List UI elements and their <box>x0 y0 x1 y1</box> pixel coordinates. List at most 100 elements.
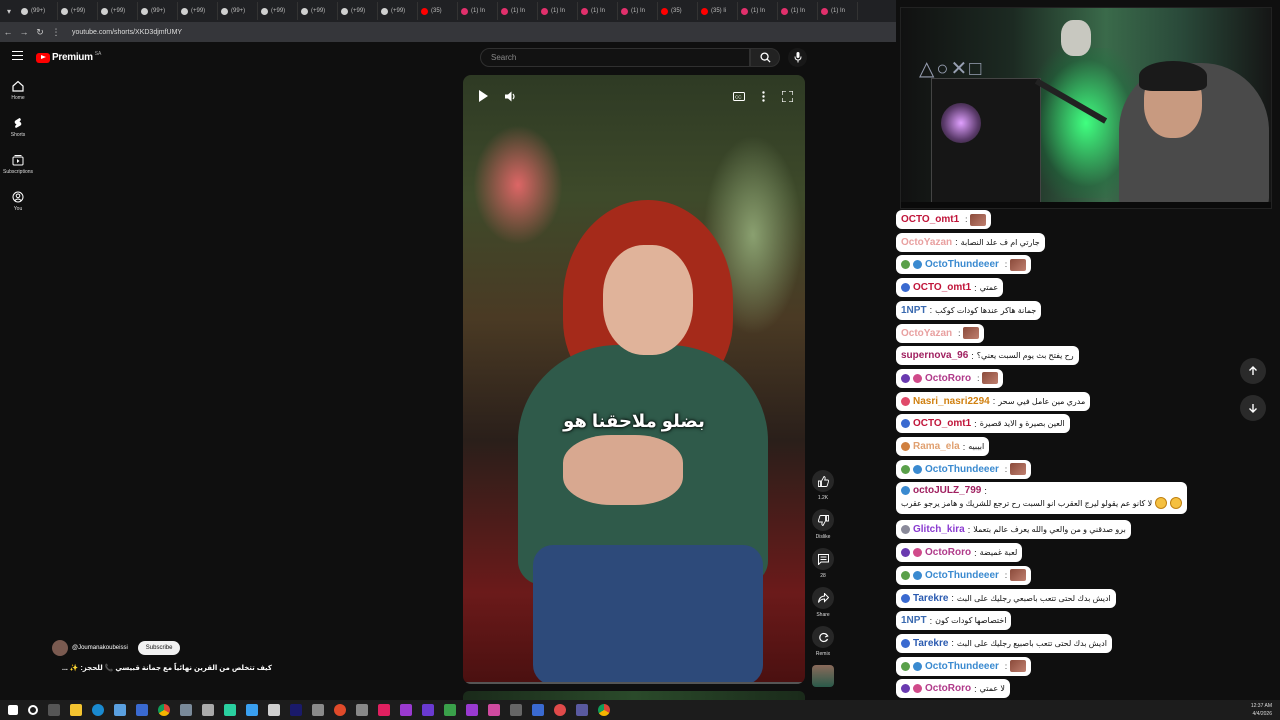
sidebar-item-you[interactable]: You <box>0 191 36 228</box>
browser-tab[interactable]: (+99) <box>258 2 298 20</box>
browser-tab[interactable]: (1) In <box>818 2 858 20</box>
menu-icon[interactable] <box>12 51 23 60</box>
browser-tab[interactable]: (1) In <box>458 2 498 20</box>
settings-icon[interactable] <box>136 704 148 716</box>
chat-username[interactable]: Tarekre <box>913 593 948 604</box>
app-icon-3[interactable] <box>224 704 236 716</box>
channel-name[interactable]: @Joumanakoubeissi <box>72 645 128 651</box>
scroll-up-button[interactable] <box>1240 358 1266 384</box>
chat-username[interactable]: OctoYazan <box>901 237 952 248</box>
edge-icon[interactable] <box>92 704 104 716</box>
reload-icon[interactable]: ↻ <box>32 22 48 42</box>
chat-username[interactable]: OctoRoro <box>925 373 971 384</box>
browser-tab[interactable]: (35) li <box>698 2 738 20</box>
remix-thumbnail[interactable] <box>812 665 834 687</box>
forward-icon[interactable]: → <box>16 22 32 42</box>
url-field[interactable]: youtube.com/shorts/XKD3djmfUMY <box>72 29 182 36</box>
app-icon-12[interactable] <box>466 704 478 716</box>
chat-username[interactable]: Tarekre <box>913 638 948 649</box>
taskbar-clock[interactable]: 12:37 AM 4/4/2026 <box>1251 702 1272 718</box>
chat-username[interactable]: Rama_ela <box>913 441 960 452</box>
windows-start-icon[interactable] <box>8 705 18 715</box>
app-icon-7[interactable] <box>334 704 346 716</box>
browser-tab[interactable]: (99+) <box>18 2 58 20</box>
chat-username[interactable]: supernova_96 <box>901 350 968 361</box>
task-view-icon[interactable] <box>48 704 60 716</box>
captions-icon[interactable]: CC <box>731 88 747 104</box>
subscribe-button[interactable]: Subscribe <box>137 641 181 655</box>
app-icon-11[interactable] <box>444 704 456 716</box>
browser-tab[interactable]: (1) In <box>778 2 818 20</box>
play-icon[interactable] <box>475 88 491 104</box>
chat-username[interactable]: OctoThundeeer <box>925 661 999 672</box>
browser-tab[interactable]: (+99) <box>298 2 338 20</box>
file-explorer-icon[interactable] <box>70 704 82 716</box>
chat-username[interactable]: Nasri_nasri2294 <box>913 396 990 407</box>
search-input[interactable]: Search <box>480 48 750 67</box>
store-icon[interactable] <box>114 704 126 716</box>
chat-username[interactable]: OCTO_omt1 <box>901 214 959 225</box>
app-icon-6[interactable] <box>312 704 324 716</box>
app-icon-1[interactable] <box>180 704 192 716</box>
app-icon-2[interactable] <box>202 704 214 716</box>
channel-avatar[interactable] <box>52 640 68 656</box>
video-progress-bar[interactable] <box>463 682 805 684</box>
chat-username[interactable]: OCTO_omt1 <box>913 418 971 429</box>
browser-tab[interactable]: (1) In <box>538 2 578 20</box>
more-options-icon[interactable] <box>755 88 771 104</box>
app-icon-10[interactable] <box>422 704 434 716</box>
chat-username[interactable]: octoJULZ_799 <box>913 485 981 496</box>
app-icon-9[interactable] <box>400 704 412 716</box>
search-button[interactable] <box>750 48 780 67</box>
browser-tab[interactable]: (1) In <box>578 2 618 20</box>
chat-username[interactable]: OctoThundeeer <box>925 464 999 475</box>
taskbar-search-icon[interactable] <box>28 705 38 715</box>
app-icon-15[interactable] <box>532 704 544 716</box>
sidebar-item-shorts[interactable]: Shorts <box>0 117 36 154</box>
video-title[interactable]: كيف تتخلص من القرين نهائياً مع جمانة قبي… <box>52 664 272 672</box>
chat-username[interactable]: OCTO_omt1 <box>913 282 971 293</box>
fullscreen-icon[interactable] <box>779 88 795 104</box>
chat-username[interactable]: OctoYazan <box>901 328 952 339</box>
like-button[interactable] <box>812 470 834 492</box>
browser-tab[interactable]: (+99) <box>338 2 378 20</box>
share-button[interactable] <box>812 587 834 609</box>
chrome-icon-2[interactable] <box>598 704 610 716</box>
chat-username[interactable]: 1NPT <box>901 305 927 316</box>
comments-button[interactable] <box>812 548 834 570</box>
voice-search-button[interactable] <box>788 48 807 67</box>
app-icon-4[interactable] <box>246 704 258 716</box>
sidebar-item-subscriptions[interactable]: Subscriptions <box>0 154 36 191</box>
app-icon-13[interactable] <box>488 704 500 716</box>
chat-username[interactable]: OctoThundeeer <box>925 570 999 581</box>
browser-tab[interactable]: (+99) <box>58 2 98 20</box>
youtube-logo[interactable]: Premium SA <box>36 51 101 63</box>
dislike-button[interactable] <box>812 509 834 531</box>
chat-username[interactable]: Glitch_kira <box>913 524 965 535</box>
app-icon-14[interactable] <box>510 704 522 716</box>
browser-tab[interactable]: (+99) <box>98 2 138 20</box>
sidebar-item-home[interactable]: Home <box>0 80 36 117</box>
tab-search-icon[interactable]: ▾ <box>0 0 18 22</box>
app-icon-8[interactable] <box>356 704 368 716</box>
app-icon-5[interactable] <box>268 704 280 716</box>
site-info-icon[interactable]: ⋮ <box>48 22 64 42</box>
app-icon-17[interactable] <box>576 704 588 716</box>
premiere-icon[interactable] <box>290 704 302 716</box>
browser-tab[interactable]: (1) In <box>498 2 538 20</box>
next-short-preview[interactable] <box>463 691 805 700</box>
volume-icon[interactable] <box>503 88 519 104</box>
remix-button[interactable] <box>812 626 834 648</box>
browser-tab[interactable]: (99+) <box>218 2 258 20</box>
browser-tab[interactable]: (1) In <box>618 2 658 20</box>
chat-username[interactable]: 1NPT <box>901 615 927 626</box>
browser-tab[interactable]: (99+) <box>138 2 178 20</box>
app-icon-16[interactable] <box>554 704 566 716</box>
browser-tab[interactable]: (+99) <box>378 2 418 20</box>
browser-tab[interactable]: (35) <box>658 2 698 20</box>
chrome-icon[interactable] <box>158 704 170 716</box>
chat-username[interactable]: OctoRoro <box>925 547 971 558</box>
back-icon[interactable]: ← <box>0 22 16 42</box>
scroll-down-button[interactable] <box>1240 395 1266 421</box>
chat-username[interactable]: OctoThundeeer <box>925 259 999 270</box>
